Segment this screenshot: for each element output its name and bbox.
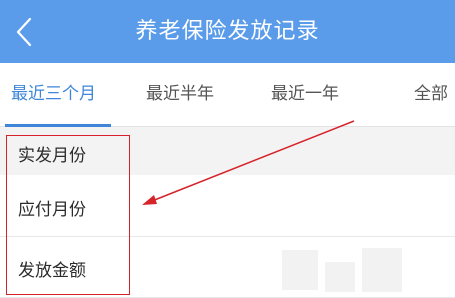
app-header: 养老保险发放记录 [0,0,455,63]
tab-all[interactable]: 全部 [414,63,448,125]
page-title: 养老保险发放记录 [135,19,320,44]
tab-recent-three-months[interactable]: 最近三个月 [11,63,96,125]
tab-recent-one-year[interactable]: 最近一年 [271,63,339,125]
annotation-highlight-box [6,135,130,295]
watermark-blur [325,262,355,292]
watermark-blur [362,248,402,292]
tab-recent-half-year[interactable]: 最近半年 [146,63,214,125]
watermark-blur [282,250,318,290]
tab-bar: 最近三个月 最近半年 最近一年 全部 [0,63,455,127]
